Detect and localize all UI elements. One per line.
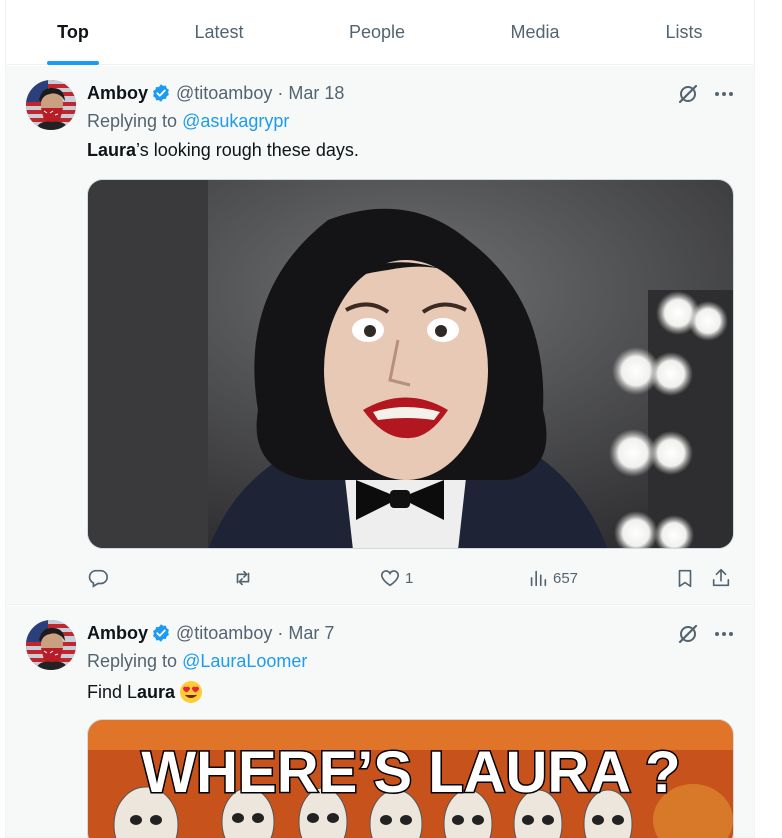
tab-people[interactable]: People (298, 0, 456, 65)
tweet-header: Amboy @titoamboy · Mar 18 (87, 82, 344, 104)
bookmark-button[interactable] (674, 566, 696, 590)
tab-label: Media (510, 22, 560, 42)
tab-media[interactable]: Media (456, 0, 614, 65)
bookmark-icon (678, 569, 692, 588)
tweet-date[interactable]: Mar 18 (288, 83, 344, 104)
more-options-icon[interactable] (712, 624, 736, 644)
replying-to: Replying to @LauraLoomer (87, 651, 307, 672)
meme-caption: WHERE’S LAURA ? (141, 740, 680, 805)
tweet-text: Laura ’s looking rough these days. (87, 140, 359, 161)
avatar[interactable] (26, 620, 76, 670)
reply-prefix: Replying to (87, 651, 178, 671)
share-button[interactable] (710, 566, 732, 590)
tab-label: Lists (665, 22, 703, 42)
repost-icon (236, 570, 250, 586)
active-tab-indicator (47, 61, 99, 65)
reply-button[interactable] (87, 566, 113, 590)
tweet-text-bold: Laura (87, 140, 137, 160)
search-tabs: Top Latest People Media Lists (6, 0, 754, 65)
reply-to-link[interactable]: @asukagrypr (182, 111, 289, 131)
tab-latest[interactable]: Latest (140, 0, 298, 65)
tweet-text-rest: ’s looking rough these days. (136, 140, 359, 160)
heart-icon (380, 570, 400, 587)
tab-top[interactable]: Top (6, 0, 140, 65)
verified-badge-icon (153, 624, 169, 642)
tweet-text-plain: Find L (87, 681, 138, 702)
smiling-face-with-heart-eyes-icon (180, 681, 203, 703)
tweet[interactable]: Amboy @titoamboy · Mar 18 Replying to @a… (6, 66, 754, 605)
tab-label: People (348, 22, 406, 42)
separator-dot: · (277, 622, 284, 643)
display-name[interactable]: Amboy (87, 83, 148, 104)
replying-to: Replying to @asukagrypr (87, 111, 289, 132)
reply-icon (88, 569, 108, 588)
tab-lists[interactable]: Lists (614, 0, 754, 65)
grok-icon[interactable] (676, 622, 700, 646)
tweet-image[interactable]: WHERE’S LAURA ? (87, 719, 734, 838)
user-handle[interactable]: @titoamboy (176, 623, 272, 644)
share-icon (712, 568, 730, 587)
repost-button[interactable] (232, 566, 258, 590)
reply-prefix: Replying to (87, 111, 178, 131)
user-handle[interactable]: @titoamboy (176, 83, 272, 104)
tweet-text-bold: aura (137, 681, 176, 702)
tweet-header: Amboy @titoamboy · Mar 7 (87, 622, 334, 644)
tweet-actions: 1 657 (87, 566, 734, 590)
tweet[interactable]: Amboy @titoamboy · Mar 7 Replying to @La… (6, 606, 754, 838)
grok-icon[interactable] (676, 82, 700, 106)
avatar[interactable] (26, 80, 76, 130)
tweet-text: Find Laura (87, 680, 203, 704)
tab-label: Latest (194, 22, 244, 42)
separator-dot: · (277, 82, 284, 103)
reply-to-link[interactable]: @LauraLoomer (182, 651, 307, 671)
display-name[interactable]: Amboy (87, 623, 148, 644)
like-count: 1 (405, 569, 414, 587)
tab-label: Top (57, 22, 89, 42)
tweet-date[interactable]: Mar 7 (288, 623, 334, 644)
verified-badge-icon (153, 84, 169, 102)
view-count: 657 (553, 569, 579, 587)
like-button[interactable]: 1 (379, 566, 413, 590)
tweet-image[interactable] (87, 179, 734, 549)
more-options-icon[interactable] (712, 84, 736, 104)
views-chart-icon (530, 570, 547, 587)
views-button[interactable]: 657 (527, 566, 578, 590)
timeline-frame: Top Latest People Media Lists Amboy @tit… (5, 0, 755, 838)
